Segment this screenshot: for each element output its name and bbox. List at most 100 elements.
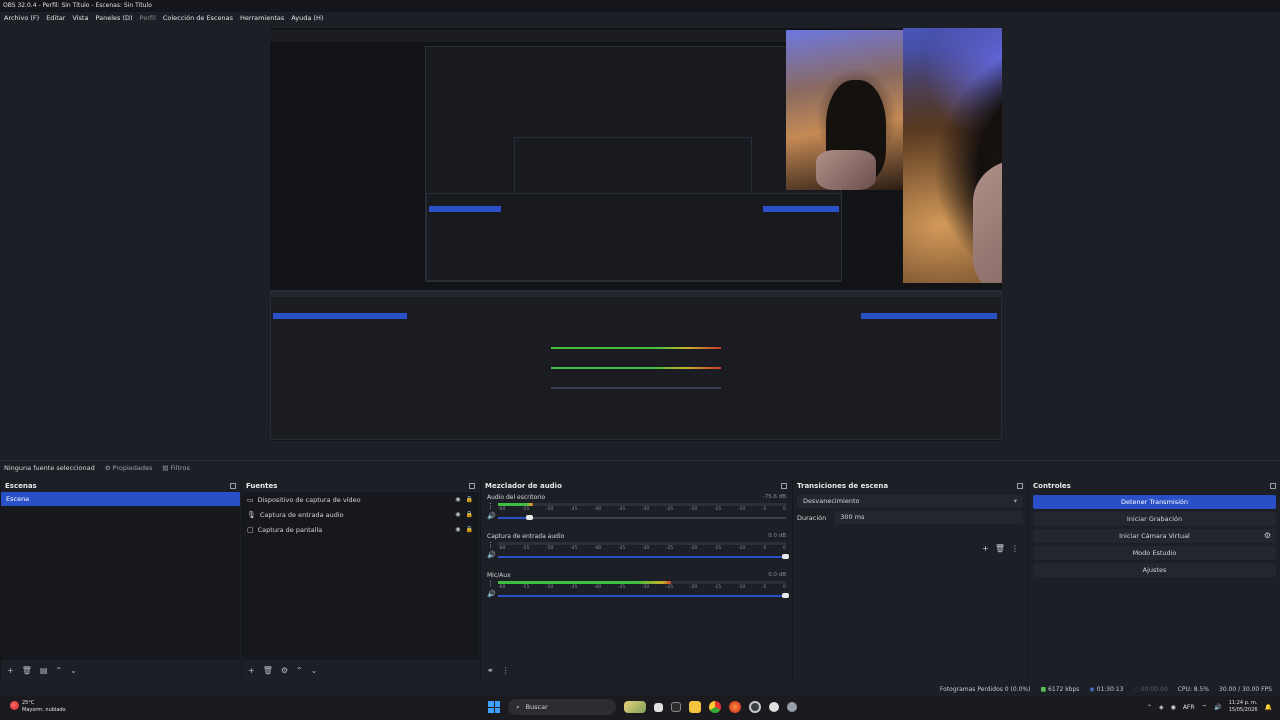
volume-slider[interactable]: [498, 593, 789, 598]
mixer-channels: Audio del escritorio -75.6 dB -60 -55 -50 -45…: [481, 492, 791, 660]
undock-icon[interactable]: [469, 483, 475, 489]
eye-icon[interactable]: ◉: [455, 526, 460, 533]
control-button[interactable]: Iniciar Cámara Virtual ⚙: [1033, 529, 1276, 543]
terminal-icon[interactable]: [671, 702, 681, 712]
more-icon[interactable]: ⋮: [487, 580, 494, 588]
add-icon[interactable]: +: [982, 544, 989, 553]
volume-slider-handle[interactable]: [782, 593, 789, 598]
move-down-icon[interactable]: ⌄: [70, 666, 77, 675]
menu-item[interactable]: Vista: [72, 12, 88, 25]
source-row[interactable]: 🎙 Captura de entrada audio ◉ 🔒: [242, 507, 479, 522]
volume-slider-handle[interactable]: [782, 554, 789, 559]
scale-tick: -50: [545, 546, 554, 551]
menu-bar: Archivo (F) Editar Vista Paneles (D) Perfil C…: [0, 12, 1280, 25]
menu-item[interactable]: Perfil: [140, 12, 156, 25]
filters-button[interactable]: ▤ Filtros: [162, 464, 189, 472]
move-up-icon[interactable]: ⌃: [296, 666, 303, 675]
lock-icon[interactable]: 🔒: [466, 511, 473, 518]
more-icon[interactable]: ⋮: [502, 666, 510, 675]
scenes-toolbar: + 🗑 ▤ ⌃ ⌄: [1, 660, 240, 680]
scale-tick: -25: [665, 507, 674, 512]
language-indicator[interactable]: AFR: [1183, 704, 1195, 711]
scale-tick: -10: [737, 546, 746, 551]
chevron-up-icon[interactable]: ⌃: [1147, 704, 1152, 711]
taskbar-search[interactable]: ⌕ Buscar: [508, 699, 616, 715]
network-icon[interactable]: ◈: [1159, 704, 1164, 711]
filter-icon[interactable]: ▤: [40, 666, 48, 675]
controls-title: Controles: [1033, 482, 1071, 490]
scale-tick: -50: [545, 585, 554, 590]
speaker-icon[interactable]: 🔊: [487, 590, 496, 598]
scenes-dock: Escenas Escena + 🗑 ▤ ⌃ ⌄: [0, 480, 240, 680]
wifi-icon[interactable]: ⌔: [1202, 703, 1208, 711]
obs-icon[interactable]: [749, 701, 761, 713]
menu-item[interactable]: Ayuda (H): [291, 12, 323, 25]
trash-icon[interactable]: 🗑: [263, 666, 273, 675]
scale-tick: -45: [569, 507, 578, 512]
volume-icon[interactable]: 🔊: [1214, 704, 1221, 711]
scene-item[interactable]: Escena: [1, 492, 240, 506]
task-view-icon[interactable]: [654, 702, 663, 712]
speaker-icon[interactable]: 🔊: [487, 512, 496, 520]
more-icon[interactable]: ⋮: [487, 541, 494, 549]
clock[interactable]: 11:24 p. m. 15/05/2026: [1229, 700, 1258, 714]
lock-icon[interactable]: 🔒: [466, 496, 473, 503]
control-button[interactable]: Ajustes: [1033, 563, 1276, 577]
more-icon[interactable]: ⋮: [487, 502, 494, 510]
chrome-icon[interactable]: [709, 701, 721, 713]
more-icon[interactable]: ⋮: [1011, 544, 1019, 553]
clock-date: 15/05/2026: [1228, 707, 1258, 713]
volume-slider-handle[interactable]: [525, 515, 533, 520]
app-icon[interactable]: [729, 701, 741, 713]
window-title: OBS 32.0.4 - Perfil: Sin Título - Escena…: [3, 2, 152, 9]
scale-tick: -15: [713, 507, 722, 512]
menu-item[interactable]: Paneles (D): [95, 12, 132, 25]
duration-row: Duración 300 ms: [797, 511, 1023, 524]
file-explorer-icon[interactable]: [689, 701, 701, 713]
settings-icon[interactable]: [787, 702, 797, 712]
control-button[interactable]: Iniciar Grabación: [1033, 512, 1276, 526]
volume-slider[interactable]: [498, 515, 786, 520]
nested-selected-scene: [429, 206, 501, 212]
undock-icon[interactable]: [1270, 483, 1276, 489]
lock-icon[interactable]: 🔒: [466, 526, 473, 533]
source-row[interactable]: ▢ Captura de pantalla ◉ 🔒: [242, 522, 479, 537]
sources-title: Fuentes: [246, 482, 278, 490]
transition-select[interactable]: Desvanecimiento: [797, 495, 1023, 508]
move-down-icon[interactable]: ⌄: [311, 666, 318, 675]
speaker-icon[interactable]: 🔊: [487, 551, 496, 559]
volume-slider[interactable]: [498, 554, 789, 559]
preview-canvas[interactable]: [270, 28, 1002, 441]
gear-icon: ⚙: [104, 463, 111, 472]
gear-icon[interactable]: ⚙: [281, 666, 288, 675]
obs-tray-icon[interactable]: ◉: [1171, 704, 1176, 711]
menu-item[interactable]: Colección de Escenas: [163, 12, 233, 25]
menu-item[interactable]: Archivo (F): [4, 12, 39, 25]
scale-tick: 0: [782, 585, 786, 590]
weather-widget[interactable]: 25°C Mayorm. nublado: [10, 700, 66, 714]
trash-icon[interactable]: 🗑: [22, 666, 32, 675]
control-button[interactable]: Modo Estudio: [1033, 546, 1276, 560]
control-button-label: Detener Transmisión: [1120, 498, 1188, 506]
menu-item[interactable]: Editar: [46, 12, 65, 25]
gear-icon[interactable]: ⚙: [1264, 529, 1271, 543]
source-row[interactable]: ▭ Dispositivo de captura de vídeo ◉ 🔒: [242, 492, 479, 507]
trash-icon[interactable]: 🗑: [995, 544, 1005, 553]
undock-icon[interactable]: [1017, 483, 1023, 489]
duration-input[interactable]: 300 ms: [834, 511, 1023, 524]
control-button[interactable]: Detener Transmisión: [1033, 495, 1276, 509]
app-icon-2[interactable]: [769, 702, 779, 712]
windows-start-icon[interactable]: [488, 701, 500, 713]
add-icon[interactable]: +: [248, 666, 255, 675]
eye-icon[interactable]: ◉: [455, 496, 460, 503]
undock-icon[interactable]: [230, 483, 236, 489]
link-icon[interactable]: ⚭: [487, 666, 494, 675]
undock-icon[interactable]: [781, 483, 787, 489]
properties-button[interactable]: ⚙ Propiedades: [105, 464, 153, 472]
add-icon[interactable]: +: [7, 666, 14, 675]
notifications-icon[interactable]: 🔔: [1265, 704, 1272, 711]
eye-icon[interactable]: ◉: [455, 511, 460, 518]
widgets-icon[interactable]: [624, 701, 646, 713]
menu-item[interactable]: Herramientas: [240, 12, 284, 25]
move-up-icon[interactable]: ⌃: [55, 666, 62, 675]
